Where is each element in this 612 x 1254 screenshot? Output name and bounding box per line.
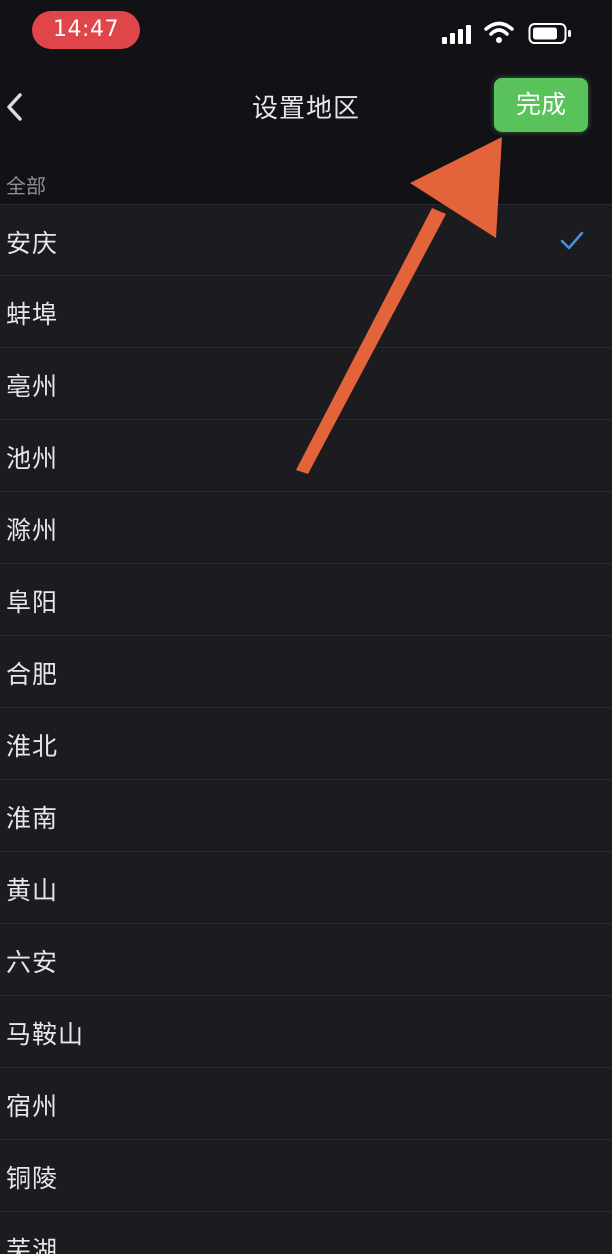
battery-icon (528, 23, 571, 44)
navigation-bar: 设置地区 完成 (0, 62, 612, 154)
region-item[interactable]: 马鞍山 (0, 996, 612, 1068)
region-name: 六安 (6, 948, 59, 977)
region-name: 安庆 (6, 229, 59, 258)
region-item[interactable]: 亳州 (0, 348, 612, 420)
check-icon (560, 231, 584, 250)
region-name: 蚌埠 (6, 300, 59, 329)
region-name: 阜阳 (6, 588, 59, 617)
done-button[interactable]: 完成 (494, 78, 588, 132)
region-item[interactable]: 滁州 (0, 492, 612, 564)
region-name: 淮北 (6, 732, 59, 761)
region-settings-screen: 14:47 设置地区 完成 全部 安庆 蚌埠 亳州 池州 滁州 阜阳 合肥 淮北… (0, 0, 612, 1254)
status-time: 14:47 (32, 11, 140, 49)
region-item[interactable]: 池州 (0, 420, 612, 492)
signal-icon (442, 25, 471, 44)
region-name: 池州 (6, 444, 59, 473)
region-item[interactable]: 合肥 (0, 636, 612, 708)
region-item[interactable]: 蚌埠 (0, 276, 612, 348)
region-name: 马鞍山 (6, 1020, 85, 1049)
region-name: 滁州 (6, 516, 59, 545)
region-item[interactable]: 芜湖 (0, 1212, 612, 1254)
region-item[interactable]: 宿州 (0, 1068, 612, 1140)
region-name: 宿州 (6, 1092, 59, 1121)
region-item[interactable]: 淮北 (0, 708, 612, 780)
section-label-all: 全部 (6, 174, 46, 198)
region-name: 芜湖 (6, 1236, 59, 1254)
region-name: 黄山 (6, 876, 59, 905)
region-item[interactable]: 六安 (0, 924, 612, 996)
wifi-icon (484, 21, 514, 43)
section-header: 全部 (0, 154, 612, 204)
region-item[interactable]: 铜陵 (0, 1140, 612, 1212)
region-item[interactable]: 阜阳 (0, 564, 612, 636)
region-name: 铜陵 (6, 1164, 59, 1193)
region-item[interactable]: 淮南 (0, 780, 612, 852)
region-name: 淮南 (6, 804, 59, 833)
region-name: 亳州 (6, 372, 59, 401)
region-item[interactable]: 黄山 (0, 852, 612, 924)
region-list: 安庆 蚌埠 亳州 池州 滁州 阜阳 合肥 淮北 淮南 黄山 六安 马鞍山 宿州 … (0, 204, 612, 1254)
region-item[interactable]: 安庆 (0, 204, 612, 276)
region-name: 合肥 (6, 660, 59, 689)
status-bar: 14:47 (0, 0, 612, 62)
